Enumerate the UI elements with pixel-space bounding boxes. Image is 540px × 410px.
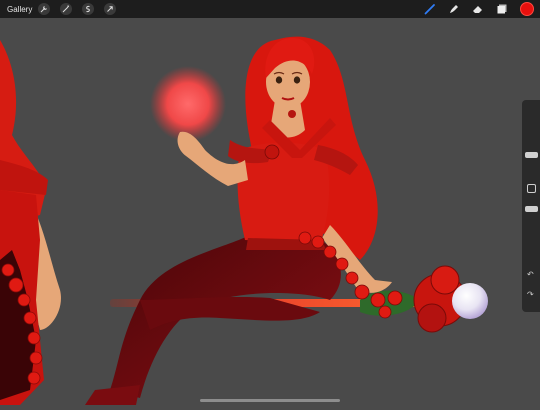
magic-glow bbox=[150, 66, 226, 142]
opacity-slider[interactable] bbox=[525, 206, 538, 212]
brush-size-slider[interactable] bbox=[525, 152, 538, 158]
gallery-button[interactable]: Gallery bbox=[7, 5, 32, 14]
home-indicator bbox=[200, 399, 340, 402]
eraser-icon[interactable] bbox=[472, 3, 484, 15]
active-color-swatch[interactable] bbox=[520, 2, 534, 16]
magic-wand-icon[interactable] bbox=[60, 3, 73, 15]
wrench-icon[interactable] bbox=[38, 3, 51, 15]
color-picker-button[interactable] bbox=[520, 2, 534, 16]
top-toolbar: Gallery bbox=[0, 0, 540, 18]
selection-icon[interactable] bbox=[82, 3, 95, 15]
redo-icon[interactable]: ↷ bbox=[527, 290, 534, 299]
left-figure bbox=[0, 40, 61, 405]
undo-icon[interactable]: ↶ bbox=[527, 270, 534, 279]
brush-icon[interactable] bbox=[424, 3, 436, 15]
legs bbox=[85, 235, 341, 405]
transform-arrow-icon[interactable] bbox=[104, 3, 117, 15]
crystal-orb bbox=[452, 283, 488, 319]
side-toolbar: ↶ ↷ bbox=[522, 100, 540, 312]
layers-icon[interactable] bbox=[496, 3, 508, 15]
smudge-icon[interactable] bbox=[448, 3, 460, 15]
modify-button[interactable] bbox=[527, 184, 536, 193]
drawing-canvas[interactable] bbox=[0, 18, 540, 405]
artwork bbox=[0, 36, 488, 405]
